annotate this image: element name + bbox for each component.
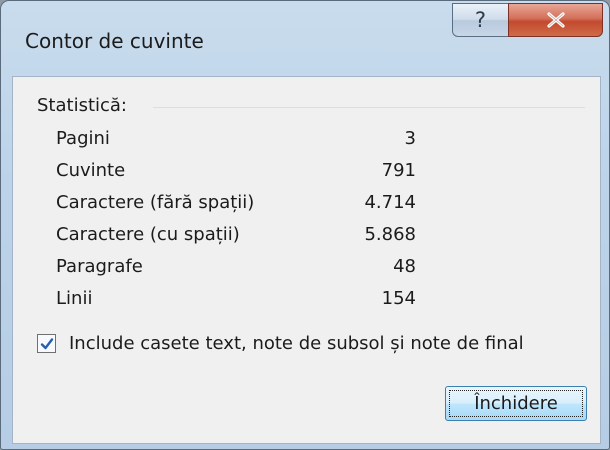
stat-row-lines: Linii 154 [56, 288, 416, 314]
close-x-icon [546, 12, 565, 28]
stat-name: Pagini [56, 128, 110, 149]
include-textboxes-checkbox[interactable] [37, 334, 56, 353]
close-window-button[interactable] [508, 3, 603, 37]
question-mark-icon: ? [474, 8, 487, 32]
stat-value: 4.714 [364, 192, 416, 213]
stat-name: Caractere (fără spații) [56, 192, 255, 213]
stat-value: 3 [404, 128, 416, 149]
window-title: Contor de cuvinte [25, 29, 204, 53]
stat-row-chars-no-spaces: Caractere (fără spații) 4.714 [56, 192, 416, 218]
stat-name: Linii [56, 288, 93, 309]
include-textboxes-label[interactable]: Include casete text, note de subsol și n… [69, 333, 524, 354]
stat-row-words: Cuvinte 791 [56, 160, 416, 186]
help-button[interactable]: ? [452, 3, 509, 37]
stat-value: 154 [381, 288, 416, 309]
stat-row-paragraphs: Paragrafe 48 [56, 256, 416, 282]
word-count-dialog: Contor de cuvinte ? Statistică: Pagini 3… [0, 0, 610, 450]
stat-row-pages: Pagini 3 [56, 128, 416, 154]
close-button[interactable]: Închidere [445, 386, 587, 421]
close-button-label: Închidere [474, 393, 558, 414]
stat-name: Paragrafe [56, 256, 143, 277]
statistics-group-label: Statistică: [37, 95, 133, 116]
stat-row-chars-with-spaces: Caractere (cu spații) 5.868 [56, 224, 416, 250]
stat-value: 48 [393, 256, 416, 277]
stat-name: Cuvinte [56, 160, 126, 181]
stat-name: Caractere (cu spații) [56, 224, 240, 245]
stat-value: 791 [381, 160, 416, 181]
dialog-content: Statistică: Pagini 3 Cuvinte 791 Caracte… [12, 76, 601, 444]
group-divider [153, 107, 585, 108]
stat-value: 5.868 [364, 224, 416, 245]
checkmark-icon [40, 337, 53, 349]
